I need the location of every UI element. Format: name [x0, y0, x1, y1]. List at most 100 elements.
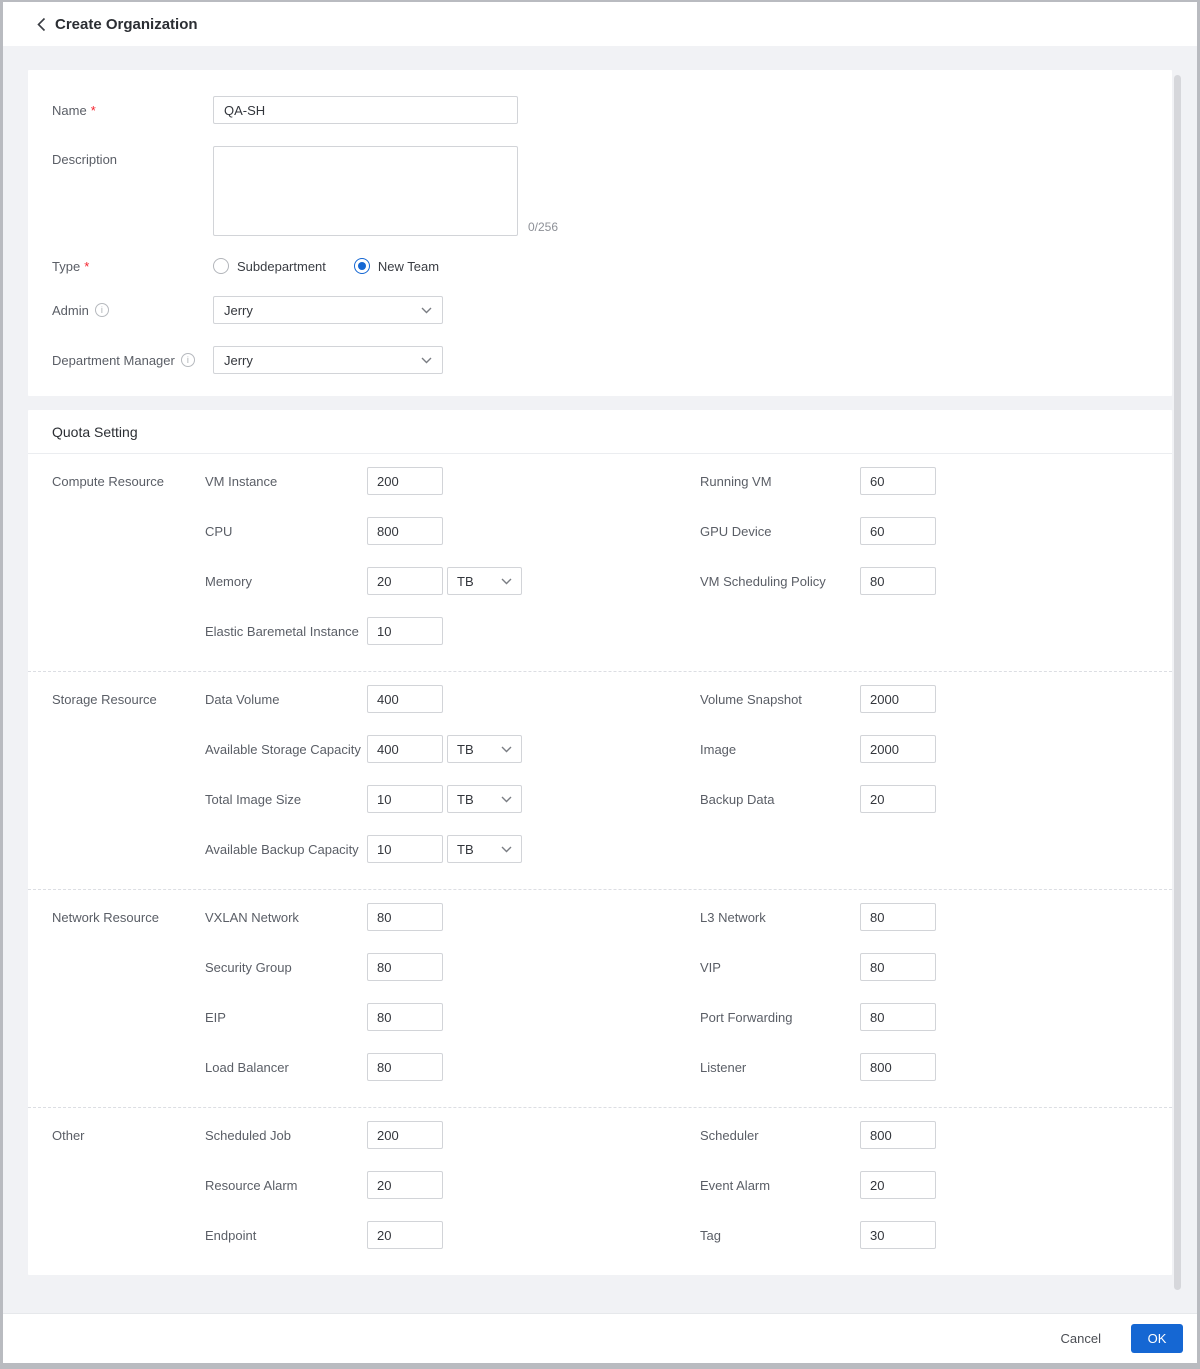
- quota-value-input[interactable]: [860, 1121, 936, 1149]
- name-label: Name *: [52, 102, 96, 118]
- unit-select[interactable]: TB: [447, 835, 522, 863]
- quota-group-label: Other: [52, 1128, 85, 1143]
- quota-setting-panel: Quota Setting Compute Resource VM Instanc…: [28, 410, 1172, 1275]
- name-input[interactable]: [213, 96, 518, 124]
- quota-field-row: Image: [700, 735, 1172, 763]
- quota-field-row: Available Backup Capacity TB: [205, 835, 700, 863]
- quota-field-label: Available Storage Capacity: [205, 741, 361, 757]
- cancel-button[interactable]: Cancel: [1039, 1323, 1123, 1354]
- quota-field-row: Listener: [700, 1053, 1172, 1081]
- quota-value-input[interactable]: [367, 835, 443, 863]
- quota-field-row: Tag: [700, 1221, 1172, 1249]
- quota-value-input[interactable]: [367, 617, 443, 645]
- quota-value-input[interactable]: [367, 1053, 443, 1081]
- quota-value-input[interactable]: [367, 567, 443, 595]
- chevron-down-icon: [501, 746, 512, 752]
- quota-value-input[interactable]: [860, 903, 936, 931]
- type-radio-group: Subdepartment New Team: [213, 258, 439, 274]
- quota-value-input[interactable]: [367, 953, 443, 981]
- quota-column-right: Running VM GPU Device VM Scheduling Policy: [700, 467, 1172, 645]
- quota-value-input[interactable]: [367, 1003, 443, 1031]
- type-row: Type * Subdepartment New Team: [52, 258, 1148, 274]
- quota-field-row: Volume Snapshot: [700, 685, 1172, 713]
- quota-value-input[interactable]: [367, 735, 443, 763]
- description-row: Description 0/256: [52, 146, 1148, 236]
- name-row: Name *: [52, 96, 1148, 124]
- quota-group-label: Compute Resource: [52, 474, 164, 489]
- quota-group-label: Network Resource: [52, 910, 159, 925]
- char-counter: 0/256: [528, 220, 559, 234]
- quota-value-input[interactable]: [367, 517, 443, 545]
- quota-field-row: Available Storage Capacity TB: [205, 735, 700, 763]
- quota-setting-title: Quota Setting: [28, 410, 1172, 454]
- quota-field-label: EIP: [205, 1009, 226, 1025]
- quota-value-input[interactable]: [860, 467, 936, 495]
- quota-value-input[interactable]: [860, 685, 936, 713]
- quota-value-input[interactable]: [860, 953, 936, 981]
- quota-group: Storage Resource Data Volume Available Sto…: [28, 671, 1172, 889]
- quota-value-input[interactable]: [367, 903, 443, 931]
- quota-group: Other Scheduled Job Resource Alarm Endpoint…: [28, 1107, 1172, 1275]
- quota-value-input[interactable]: [860, 1003, 936, 1031]
- page-scrollbar[interactable]: [1174, 75, 1181, 1290]
- quota-field-row: Resource Alarm: [205, 1171, 700, 1199]
- quota-field-label: Resource Alarm: [205, 1177, 298, 1193]
- ok-button[interactable]: OK: [1131, 1324, 1183, 1353]
- quota-field-row: Memory TB: [205, 567, 700, 595]
- quota-group: Compute Resource VM Instance CPU Memory TB El…: [28, 454, 1172, 671]
- quota-field-row: Elastic Baremetal Instance: [205, 617, 700, 645]
- quota-field-label: VM Instance: [205, 473, 278, 489]
- quota-value-input[interactable]: [860, 785, 936, 813]
- unit-select[interactable]: TB: [447, 785, 522, 813]
- quota-value-input[interactable]: [367, 1121, 443, 1149]
- quota-value-input[interactable]: [860, 735, 936, 763]
- chevron-down-icon: [421, 307, 432, 313]
- quota-field-label: Tag: [700, 1227, 721, 1243]
- quota-field-row: Event Alarm: [700, 1171, 1172, 1199]
- quota-field-row: Load Balancer: [205, 1053, 700, 1081]
- quota-value-input[interactable]: [860, 567, 936, 595]
- quota-value-input[interactable]: [367, 685, 443, 713]
- description-textarea[interactable]: [213, 146, 518, 236]
- back-chevron-icon[interactable]: [33, 16, 49, 32]
- unit-value: TB: [457, 573, 474, 589]
- quota-value-input[interactable]: [860, 1053, 936, 1081]
- quota-field-label: Security Group: [205, 959, 292, 975]
- quota-field-label: Total Image Size: [205, 791, 302, 807]
- quota-field-row: VM Instance: [205, 467, 700, 495]
- chevron-down-icon: [501, 846, 512, 852]
- chevron-down-icon: [421, 357, 432, 363]
- quota-field-label: Memory: [205, 573, 252, 589]
- quota-field-row: Scheduler: [700, 1121, 1172, 1149]
- page-header: Create Organization: [3, 2, 1197, 46]
- quota-value-input[interactable]: [860, 1171, 936, 1199]
- unit-value: TB: [457, 791, 474, 807]
- info-icon: i: [180, 353, 195, 367]
- unit-select[interactable]: TB: [447, 735, 522, 763]
- quota-field-row: CPU: [205, 517, 700, 545]
- department-manager-select[interactable]: Jerry: [213, 346, 443, 374]
- quota-groups: Compute Resource VM Instance CPU Memory TB El…: [28, 454, 1172, 1275]
- quota-field-label: L3 Network: [700, 909, 766, 925]
- required-asterisk: *: [84, 258, 90, 274]
- quota-value-input[interactable]: [860, 517, 936, 545]
- quota-field-label: Available Backup Capacity: [205, 841, 359, 857]
- quota-field-row: VM Scheduling Policy: [700, 567, 1172, 595]
- quota-value-input[interactable]: [860, 1221, 936, 1249]
- quota-field-row: Port Forwarding: [700, 1003, 1172, 1031]
- footer-bar: Cancel OK: [3, 1313, 1197, 1363]
- radio-new-team[interactable]: New Team: [353, 258, 439, 274]
- quota-column-right: Volume Snapshot Image Backup Data: [700, 685, 1172, 863]
- unit-value: TB: [457, 741, 474, 757]
- unit-select[interactable]: TB: [447, 567, 522, 595]
- quota-field-row: Security Group: [205, 953, 700, 981]
- quota-value-input[interactable]: [367, 467, 443, 495]
- quota-field-row: Scheduled Job: [205, 1121, 700, 1149]
- quota-field-row: Endpoint: [205, 1221, 700, 1249]
- description-label: Description: [52, 152, 118, 167]
- quota-value-input[interactable]: [367, 1171, 443, 1199]
- admin-select[interactable]: Jerry: [213, 296, 443, 324]
- quota-value-input[interactable]: [367, 785, 443, 813]
- quota-value-input[interactable]: [367, 1221, 443, 1249]
- radio-subdepartment[interactable]: Subdepartment: [213, 258, 326, 274]
